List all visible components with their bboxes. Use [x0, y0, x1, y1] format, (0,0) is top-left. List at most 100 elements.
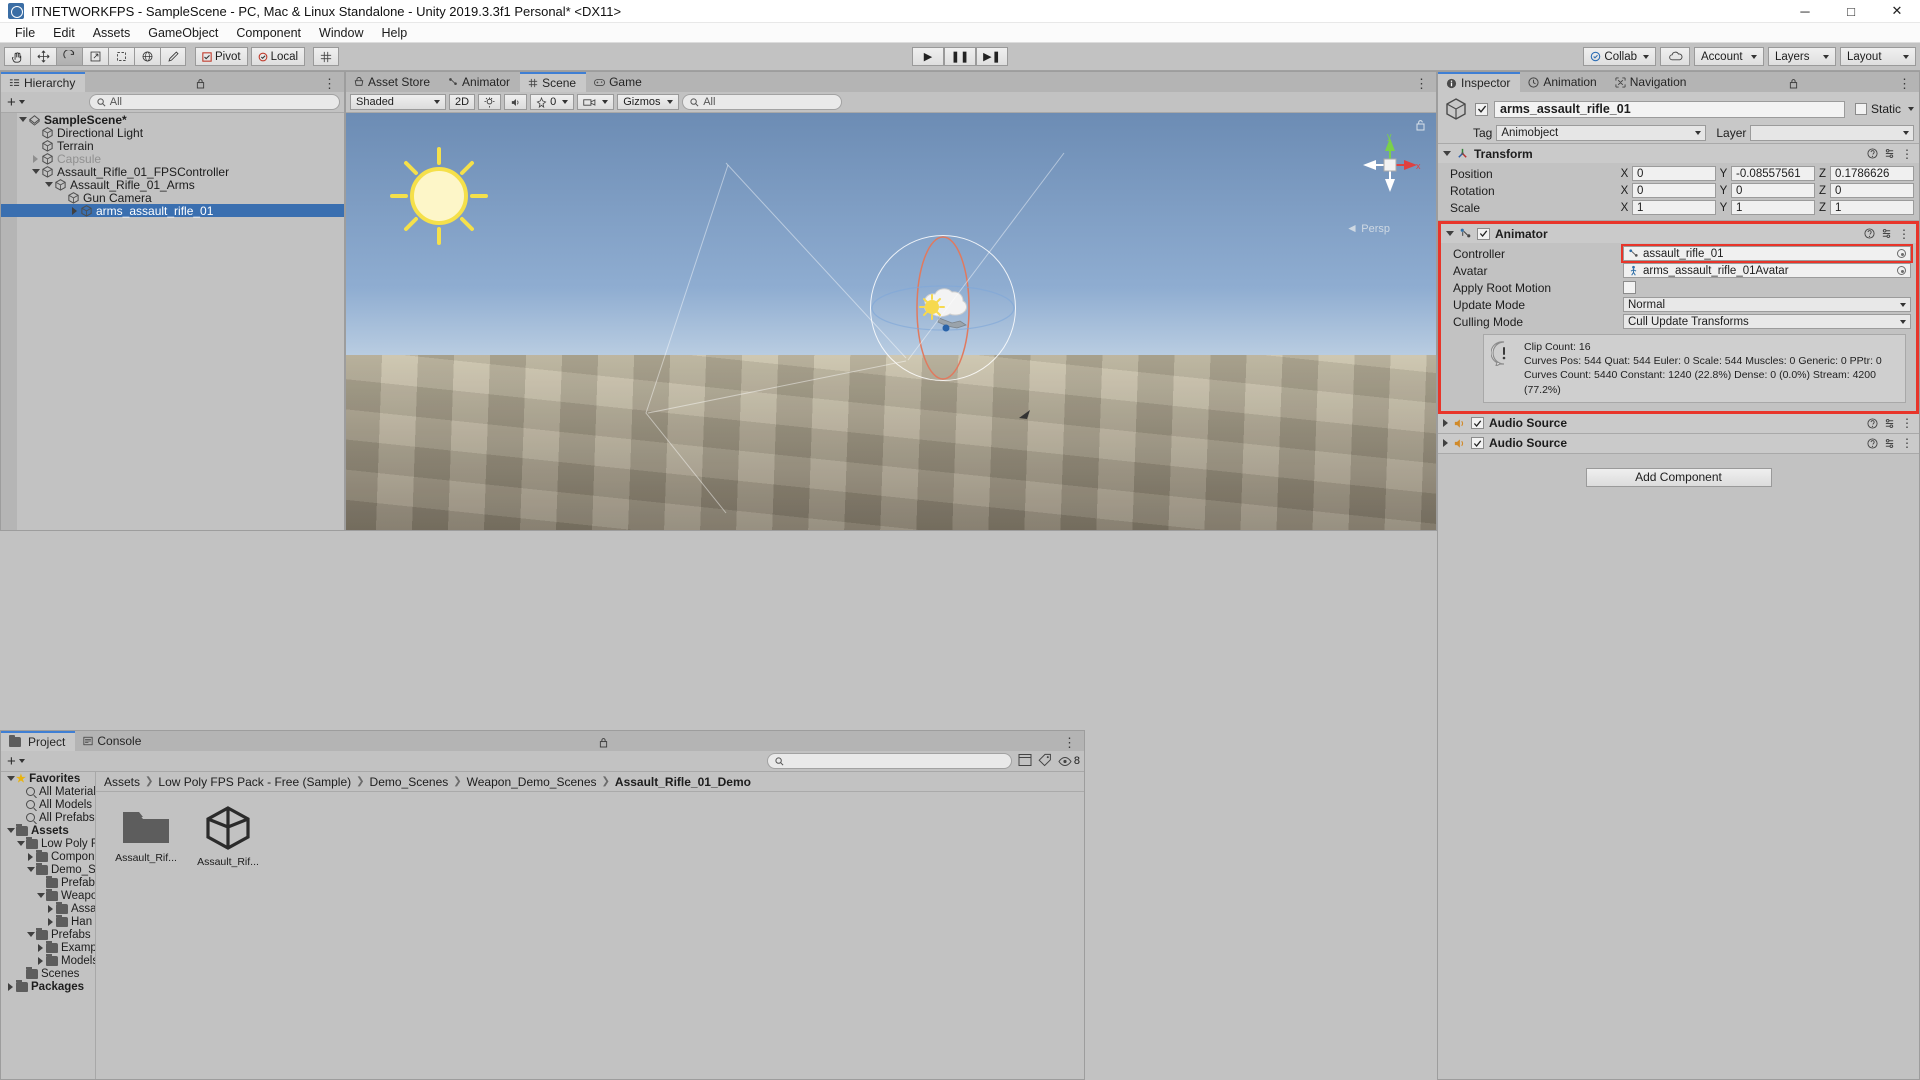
twisty[interactable]: [35, 957, 46, 965]
transform-tool-button[interactable]: [134, 47, 160, 66]
tab-project[interactable]: Project: [1, 731, 75, 751]
pivot-toggle-button[interactable]: Pivot: [195, 47, 248, 66]
component-menu-button[interactable]: ⋮: [1901, 416, 1914, 430]
bool-checkbox[interactable]: [1623, 281, 1636, 294]
shading-mode-dropdown[interactable]: Shaded: [350, 94, 446, 110]
twisty[interactable]: [43, 182, 54, 187]
grid-snap-button[interactable]: [313, 47, 339, 66]
project-tree-item[interactable]: All Materials: [1, 785, 95, 798]
component-menu-button[interactable]: ⋮: [1901, 436, 1914, 450]
layout-button[interactable]: Layout: [1840, 47, 1916, 66]
twisty[interactable]: [5, 828, 16, 833]
twisty[interactable]: [15, 841, 26, 846]
component-foldout-twisty[interactable]: [1443, 439, 1448, 447]
tab-asset-store[interactable]: Asset Store: [346, 72, 440, 92]
account-button[interactable]: Account: [1694, 47, 1764, 66]
twisty[interactable]: [5, 776, 16, 781]
lock-icon[interactable]: [194, 77, 207, 92]
add-component-button[interactable]: Add Component: [1586, 468, 1772, 487]
menu-item-component[interactable]: Component: [227, 24, 310, 42]
play-button[interactable]: ▶: [912, 47, 944, 66]
step-button[interactable]: ▶❚: [976, 47, 1008, 66]
component-enabled-checkbox[interactable]: [1471, 417, 1484, 429]
help-icon[interactable]: [1867, 148, 1878, 159]
twisty[interactable]: [35, 893, 46, 898]
hierarchy-item[interactable]: Assault_Rifle_01_FPSController: [1, 165, 344, 178]
project-tree-item[interactable]: Assa: [1, 902, 95, 915]
static-checkbox[interactable]: [1855, 103, 1867, 115]
component-enabled-checkbox[interactable]: [1471, 437, 1484, 449]
project-menu-button[interactable]: ⋮: [1056, 735, 1084, 751]
project-tree-item[interactable]: All Prefabs: [1, 811, 95, 824]
hierarchy-add-button[interactable]: +: [5, 95, 27, 110]
gizmos-dropdown[interactable]: Gizmos: [617, 94, 679, 110]
pause-button[interactable]: ❚❚: [944, 47, 976, 66]
scene-search-input[interactable]: All: [682, 94, 842, 110]
twisty[interactable]: [5, 983, 16, 991]
hierarchy-item[interactable]: SampleScene*: [1, 113, 344, 126]
twisty[interactable]: [45, 918, 56, 926]
number-input[interactable]: 0: [1830, 183, 1914, 198]
twisty[interactable]: [25, 932, 36, 937]
help-icon[interactable]: [1867, 418, 1878, 429]
hierarchy-item[interactable]: Directional Light: [1, 126, 344, 139]
breadcrumb-item[interactable]: Low Poly FPS Pack - Free (Sample): [158, 775, 351, 789]
tab-animator[interactable]: Animator: [440, 72, 520, 92]
component-header[interactable]: Transform⋮: [1438, 144, 1919, 163]
component-menu-button[interactable]: ⋮: [1901, 147, 1914, 161]
twisty[interactable]: [35, 944, 46, 952]
project-tree-item[interactable]: Demo_Sc: [1, 863, 95, 876]
audio-toggle-button[interactable]: [504, 94, 527, 110]
tab-hierarchy[interactable]: Hierarchy: [1, 72, 85, 92]
hierarchy-item[interactable]: Gun Camera: [1, 191, 344, 204]
rotate-tool-button[interactable]: [56, 47, 82, 66]
project-tree-item[interactable]: Models: [1, 954, 95, 967]
maximize-button[interactable]: □: [1828, 0, 1874, 23]
twisty[interactable]: [25, 867, 36, 872]
rect-tool-button[interactable]: [108, 47, 134, 66]
twisty[interactable]: [45, 905, 56, 913]
custom-tool-button[interactable]: [160, 47, 186, 66]
menu-item-gameobject[interactable]: GameObject: [139, 24, 227, 42]
close-button[interactable]: ✕: [1874, 0, 1920, 23]
tag-dropdown[interactable]: Animobject: [1496, 125, 1706, 141]
component-foldout-twisty[interactable]: [1443, 419, 1448, 427]
layers-button[interactable]: Layers: [1768, 47, 1836, 66]
inspector-lock-icon[interactable]: [1787, 77, 1800, 92]
preset-icon[interactable]: [1884, 438, 1895, 449]
scene-viewport[interactable]: ◄ Persp y x: [346, 113, 1436, 530]
component-header[interactable]: Audio Source⋮: [1438, 414, 1919, 433]
component-header[interactable]: Animator⋮: [1441, 224, 1916, 243]
number-input[interactable]: 0: [1632, 166, 1716, 181]
scene-orientation-gizmo[interactable]: y x: [1358, 133, 1422, 197]
collab-button[interactable]: Collab: [1583, 47, 1656, 66]
tab-animation[interactable]: Animation: [1520, 72, 1606, 92]
twisty[interactable]: [25, 853, 36, 861]
lighting-toggle-button[interactable]: [478, 94, 501, 110]
number-input[interactable]: 0: [1731, 183, 1815, 198]
hierarchy-item[interactable]: Terrain: [1, 139, 344, 152]
local-toggle-button[interactable]: Local: [251, 47, 306, 66]
number-input[interactable]: 0.1786626: [1830, 166, 1914, 181]
chevron-down-icon[interactable]: [1908, 107, 1914, 111]
menu-item-window[interactable]: Window: [310, 24, 372, 42]
object-name-field[interactable]: arms_assault_rifle_01: [1494, 101, 1845, 118]
cloud-button[interactable]: [1660, 47, 1690, 66]
scene-camera-button[interactable]: [577, 94, 614, 110]
breadcrumb-item[interactable]: Weapon_Demo_Scenes: [467, 775, 597, 789]
menu-item-help[interactable]: Help: [372, 24, 416, 42]
component-foldout-twisty[interactable]: [1446, 231, 1454, 236]
preset-icon[interactable]: [1884, 418, 1895, 429]
tab-console[interactable]: Console: [75, 731, 151, 751]
project-tree-item[interactable]: Assets: [1, 824, 95, 837]
object-picker-icon[interactable]: [1897, 266, 1906, 275]
number-input[interactable]: 1: [1830, 200, 1914, 215]
toggle-2d-button[interactable]: 2D: [449, 94, 475, 110]
scene-gizmo-lock-icon[interactable]: [1415, 119, 1426, 134]
breadcrumb-item[interactable]: Demo_Scenes: [370, 775, 449, 789]
hierarchy-item[interactable]: Assault_Rifle_01_Arms: [1, 178, 344, 191]
project-tree-item[interactable]: Han: [1, 915, 95, 928]
project-tree-item[interactable]: Compone: [1, 850, 95, 863]
project-tree-item[interactable]: Prefab: [1, 876, 95, 889]
minimize-button[interactable]: ─: [1782, 0, 1828, 23]
